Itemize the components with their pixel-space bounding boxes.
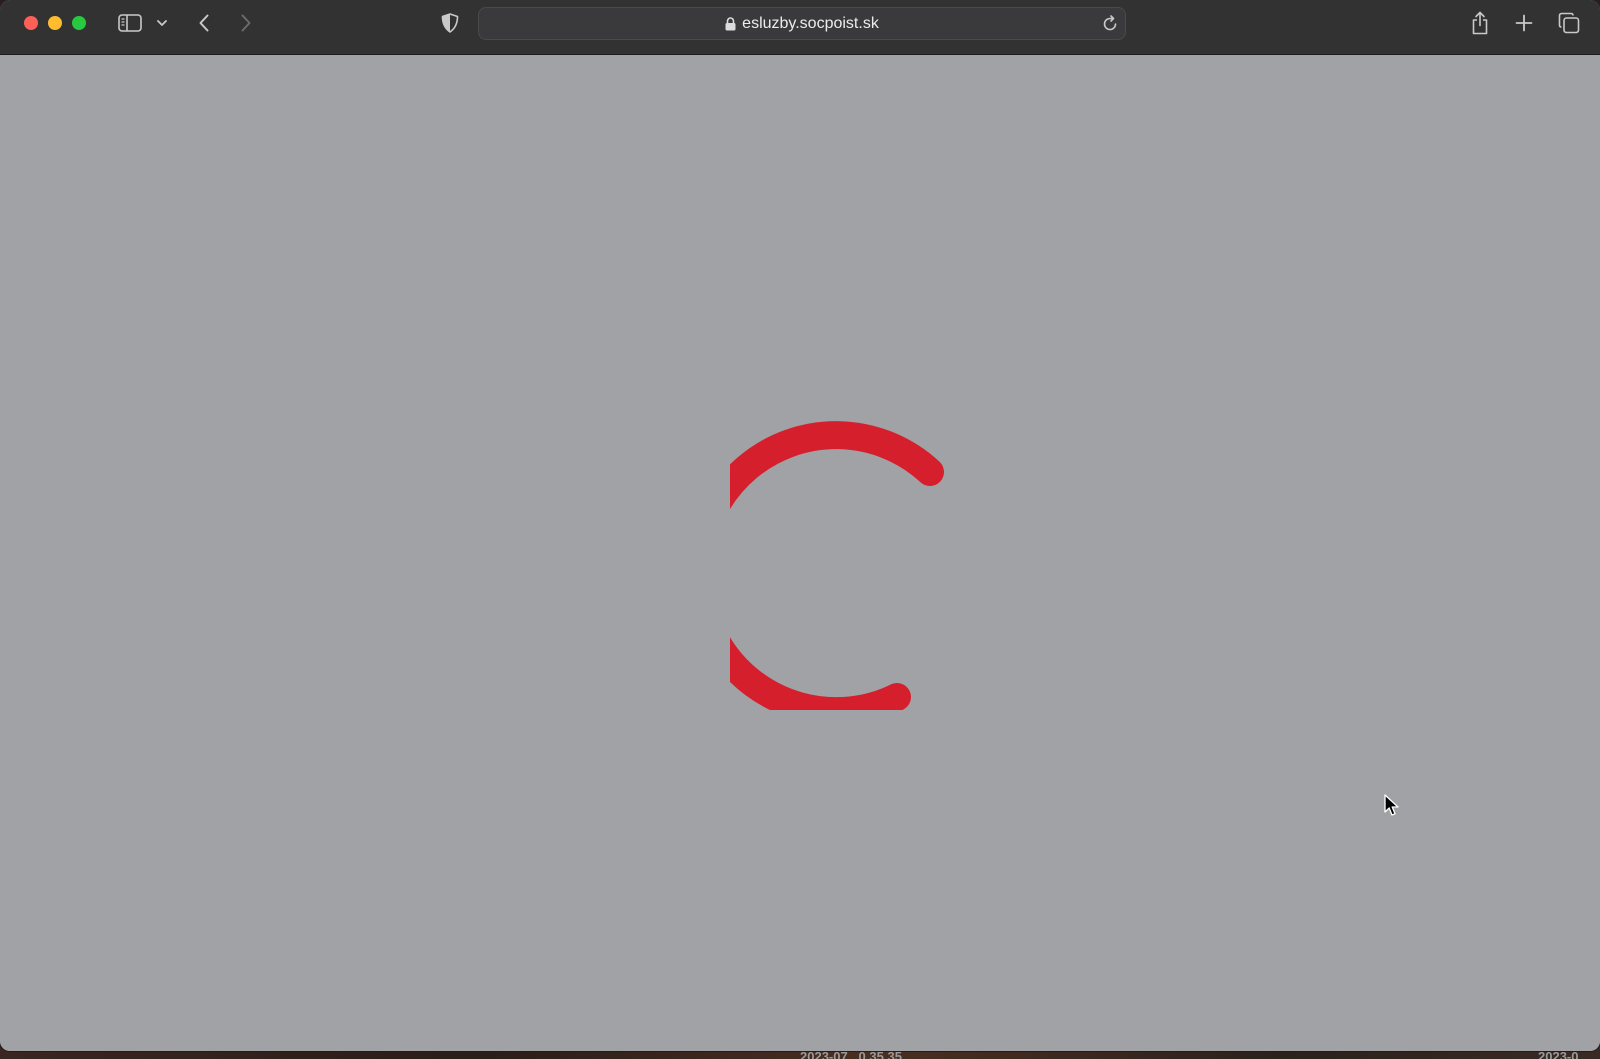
- privacy-report-button[interactable]: [439, 12, 461, 34]
- reload-icon[interactable]: [1101, 15, 1119, 33]
- desktop-file-label[interactable]: 2023-07...0.35.35: [800, 1050, 902, 1059]
- maximize-window-button[interactable]: [72, 16, 86, 30]
- sidebar-toggle-button[interactable]: [117, 13, 143, 33]
- mouse-pointer-icon: [1384, 794, 1399, 816]
- share-button[interactable]: [1469, 10, 1491, 36]
- tab-overview-button[interactable]: [1557, 11, 1581, 35]
- desktop-file-label[interactable]: 2023-0...: [1538, 1050, 1589, 1059]
- browser-window: esluzby.socpoist.sk: [0, 0, 1600, 1051]
- minimize-window-button[interactable]: [48, 16, 62, 30]
- chevron-down-icon: [157, 19, 167, 26]
- share-icon: [1472, 11, 1488, 35]
- forward-button[interactable]: [236, 12, 256, 34]
- tab-overview-icon: [1558, 12, 1580, 34]
- close-window-button[interactable]: [24, 16, 38, 30]
- forward-arrow-icon: [241, 14, 251, 32]
- lock-icon: [725, 16, 736, 30]
- address-bar[interactable]: esluzby.socpoist.sk: [478, 7, 1126, 40]
- browser-toolbar: esluzby.socpoist.sk: [0, 0, 1600, 55]
- page-content: [0, 55, 1600, 1051]
- plus-icon: [1515, 14, 1533, 32]
- loading-spinner-icon: [730, 421, 944, 710]
- shield-icon: [441, 13, 459, 33]
- new-tab-button[interactable]: [1513, 12, 1535, 34]
- sidebar-icon: [118, 14, 142, 32]
- url-text: esluzby.socpoist.sk: [742, 14, 879, 32]
- url-display[interactable]: esluzby.socpoist.sk: [479, 8, 1125, 39]
- sidebar-menu-button[interactable]: [155, 16, 169, 30]
- back-arrow-icon: [199, 14, 209, 32]
- back-button[interactable]: [194, 12, 214, 34]
